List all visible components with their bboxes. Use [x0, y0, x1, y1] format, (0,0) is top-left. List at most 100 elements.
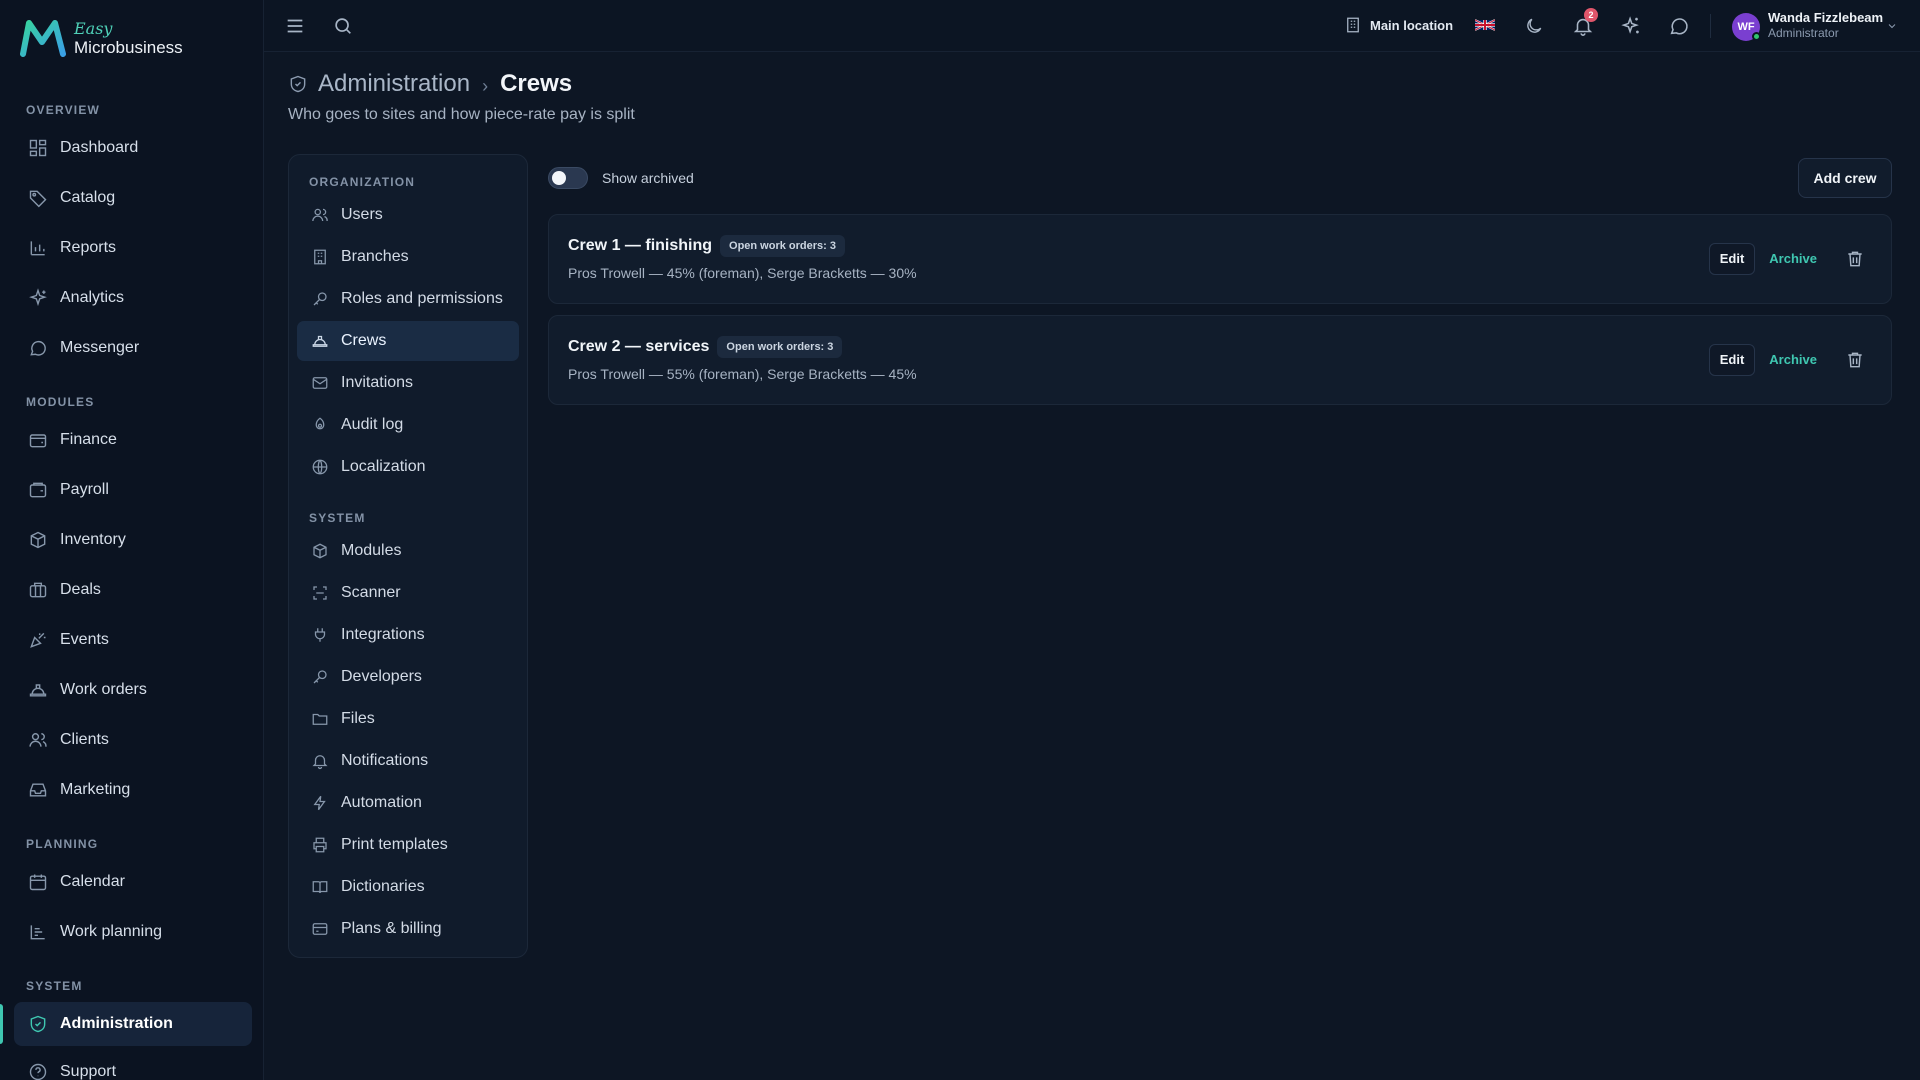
brand-line2: Microbusiness: [74, 37, 183, 57]
trash-icon[interactable]: [1845, 350, 1865, 370]
breadcrumb-parent[interactable]: Administration: [318, 70, 470, 98]
brand-line1: Easy: [74, 18, 113, 38]
sidebar-item-inventory[interactable]: Inventory: [14, 518, 252, 562]
settings-subnav: ORGANIZATION Users Branches Roles and pe…: [288, 154, 528, 958]
breadcrumb-separator: ›: [482, 75, 489, 96]
subnav-item-scanner[interactable]: Scanner: [297, 573, 519, 613]
subnav-item-crews[interactable]: Crews: [297, 321, 519, 361]
timeline-icon: [30, 925, 45, 940]
building-icon: [1347, 17, 1359, 33]
subnav-item-label: Crews: [341, 332, 387, 349]
sidebar-item-catalog[interactable]: Catalog: [14, 176, 252, 220]
subnav-item-automation[interactable]: Automation: [297, 783, 519, 823]
subnav-item-developers[interactable]: Developers: [297, 657, 519, 697]
subnav-item-label: Automation: [341, 794, 422, 811]
edit-crew-button[interactable]: Edit: [1709, 243, 1755, 275]
subnav-item-branches[interactable]: Branches: [297, 237, 519, 277]
wallet-icon: [29, 434, 47, 448]
subnav-item-users[interactable]: Users: [297, 195, 519, 235]
subnav-item-audit-log[interactable]: Audit log: [297, 405, 519, 445]
scan-icon: [313, 586, 327, 600]
add-crew-button[interactable]: Add crew: [1798, 158, 1892, 198]
users-icon: [29, 733, 47, 747]
subnav-item-dictionaries[interactable]: Dictionaries: [297, 867, 519, 907]
subnav-item-label: Users: [341, 206, 383, 223]
sidebar-item-payroll[interactable]: Payroll: [14, 468, 252, 512]
toggle-knob: [552, 171, 566, 185]
ai-sparkle-icon[interactable]: [1620, 15, 1642, 37]
calendar-icon: [29, 874, 47, 891]
subnav-item-label: Roles and permissions: [341, 290, 503, 307]
archive-crew-button[interactable]: Archive: [1769, 352, 1817, 367]
breadcrumb: Administration › Crews: [288, 68, 635, 100]
subnav-item-modules[interactable]: Modules: [297, 531, 519, 571]
building-icon: [314, 249, 326, 265]
printer-icon: [313, 837, 327, 853]
subnav-item-roles-and-permissions[interactable]: Roles and permissions: [297, 279, 519, 319]
user-menu[interactable]: Wanda Fizzlebeam Administrator: [1768, 10, 1883, 41]
chevron-down-icon[interactable]: [1886, 20, 1898, 32]
menu-icon[interactable]: [284, 15, 306, 37]
sidebar-item-messenger[interactable]: Messenger: [14, 326, 252, 370]
audit-icon: [315, 417, 325, 430]
moon-icon[interactable]: [1524, 16, 1544, 36]
sidebar-item-administration[interactable]: Administration: [14, 1002, 252, 1046]
sidebar-item-events[interactable]: Events: [14, 618, 252, 662]
box-icon: [313, 543, 327, 559]
credit-card-icon: [312, 923, 328, 935]
sidebar-section-modules: MODULES: [26, 395, 95, 409]
mail-icon: [312, 377, 328, 389]
page-title: Crews: [500, 70, 573, 97]
bar-chart-icon: [30, 241, 45, 256]
box-icon: [30, 531, 46, 549]
sidebar-item-label: Administration: [60, 1015, 173, 1032]
trash-icon[interactable]: [1845, 249, 1865, 269]
sidebar-item-label: Clients: [60, 731, 109, 748]
sidebar-item-label: Work planning: [60, 923, 162, 940]
sidebar-item-deals[interactable]: Deals: [14, 568, 252, 612]
inbox-icon: [29, 783, 47, 797]
topbar: Main location 2 WF Wanda Fizzlebeam Admi…: [264, 0, 1920, 52]
subnav-item-notifications[interactable]: Notifications: [297, 741, 519, 781]
subnav-item-invitations[interactable]: Invitations: [297, 363, 519, 403]
sidebar-item-label: Inventory: [60, 531, 126, 548]
subnav-item-label: Audit log: [341, 416, 404, 433]
open-work-orders-badge: Open work orders: 3: [720, 235, 845, 257]
folder-icon: [312, 713, 328, 725]
sidebar-item-analytics[interactable]: Analytics: [14, 276, 252, 320]
subnav-item-plans-billing[interactable]: Plans & billing: [297, 909, 519, 949]
sidebar-item-work-planning[interactable]: Work planning: [14, 910, 252, 954]
subnav-item-files[interactable]: Files: [297, 699, 519, 739]
sidebar-item-calendar[interactable]: Calendar: [14, 860, 252, 904]
sidebar-item-support[interactable]: Support: [14, 1050, 252, 1080]
active-indicator: [0, 1004, 3, 1044]
sidebar-item-clients[interactable]: Clients: [14, 718, 252, 762]
subnav-item-integrations[interactable]: Integrations: [297, 615, 519, 655]
uk-flag-icon[interactable]: [1475, 18, 1495, 32]
sidebar-item-label: Finance: [60, 431, 117, 448]
subnav-item-print-templates[interactable]: Print templates: [297, 825, 519, 865]
sidebar-item-marketing[interactable]: Marketing: [14, 768, 252, 812]
chat-bubble-icon: [30, 341, 46, 356]
wallet-icon: [29, 482, 47, 498]
topbar-divider: [1710, 14, 1711, 38]
sidebar-item-dashboard[interactable]: Dashboard: [14, 126, 252, 170]
chat-icon[interactable]: [1668, 15, 1690, 37]
sidebar-item-reports[interactable]: Reports: [14, 226, 252, 270]
sidebar-item-label: Analytics: [60, 289, 125, 306]
sidebar-item-label: Messenger: [60, 339, 140, 356]
plug-icon: [314, 628, 326, 642]
sidebar-item-label: Payroll: [60, 481, 109, 498]
search-icon[interactable]: [332, 15, 354, 37]
sidebar-item-work-orders[interactable]: Work orders: [14, 668, 252, 712]
subnav-item-localization[interactable]: Localization: [297, 447, 519, 487]
sidebar-item-finance[interactable]: Finance: [14, 418, 252, 462]
location-selector[interactable]: Main location: [1344, 16, 1453, 34]
brand-logo[interactable]: Easy Microbusiness: [20, 18, 183, 58]
sidebar-section-overview: OVERVIEW: [26, 103, 101, 117]
key-icon: [313, 670, 327, 684]
subnav-item-label: Integrations: [341, 626, 425, 643]
edit-crew-button[interactable]: Edit: [1709, 344, 1755, 376]
show-archived-toggle[interactable]: [548, 167, 588, 189]
archive-crew-button[interactable]: Archive: [1769, 251, 1817, 266]
